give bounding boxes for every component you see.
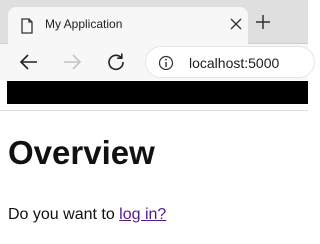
divider xyxy=(0,110,308,111)
login-link[interactable]: log in? xyxy=(119,206,166,223)
tab-title: My Application xyxy=(45,17,123,31)
browser-tabstrip: My Application xyxy=(0,0,308,44)
login-prompt: Do you want to log in? xyxy=(8,206,166,224)
close-icon[interactable] xyxy=(230,18,242,30)
page-icon xyxy=(21,18,33,34)
plus-icon[interactable] xyxy=(255,14,271,30)
site-navbar xyxy=(7,81,308,104)
url-text: localhost:5000 xyxy=(189,55,280,71)
login-prompt-text: Do you want to xyxy=(8,206,120,223)
browser-tab[interactable]: My Application xyxy=(8,7,248,44)
address-bar[interactable]: localhost:5000 xyxy=(145,46,315,78)
refresh-icon[interactable] xyxy=(106,52,126,72)
arrow-right-icon[interactable] xyxy=(62,52,82,72)
page-title: Overview xyxy=(8,134,155,171)
info-icon[interactable] xyxy=(158,55,174,71)
arrow-left-icon[interactable] xyxy=(19,52,39,72)
browser-toolbar: localhost:5000 xyxy=(0,44,315,80)
